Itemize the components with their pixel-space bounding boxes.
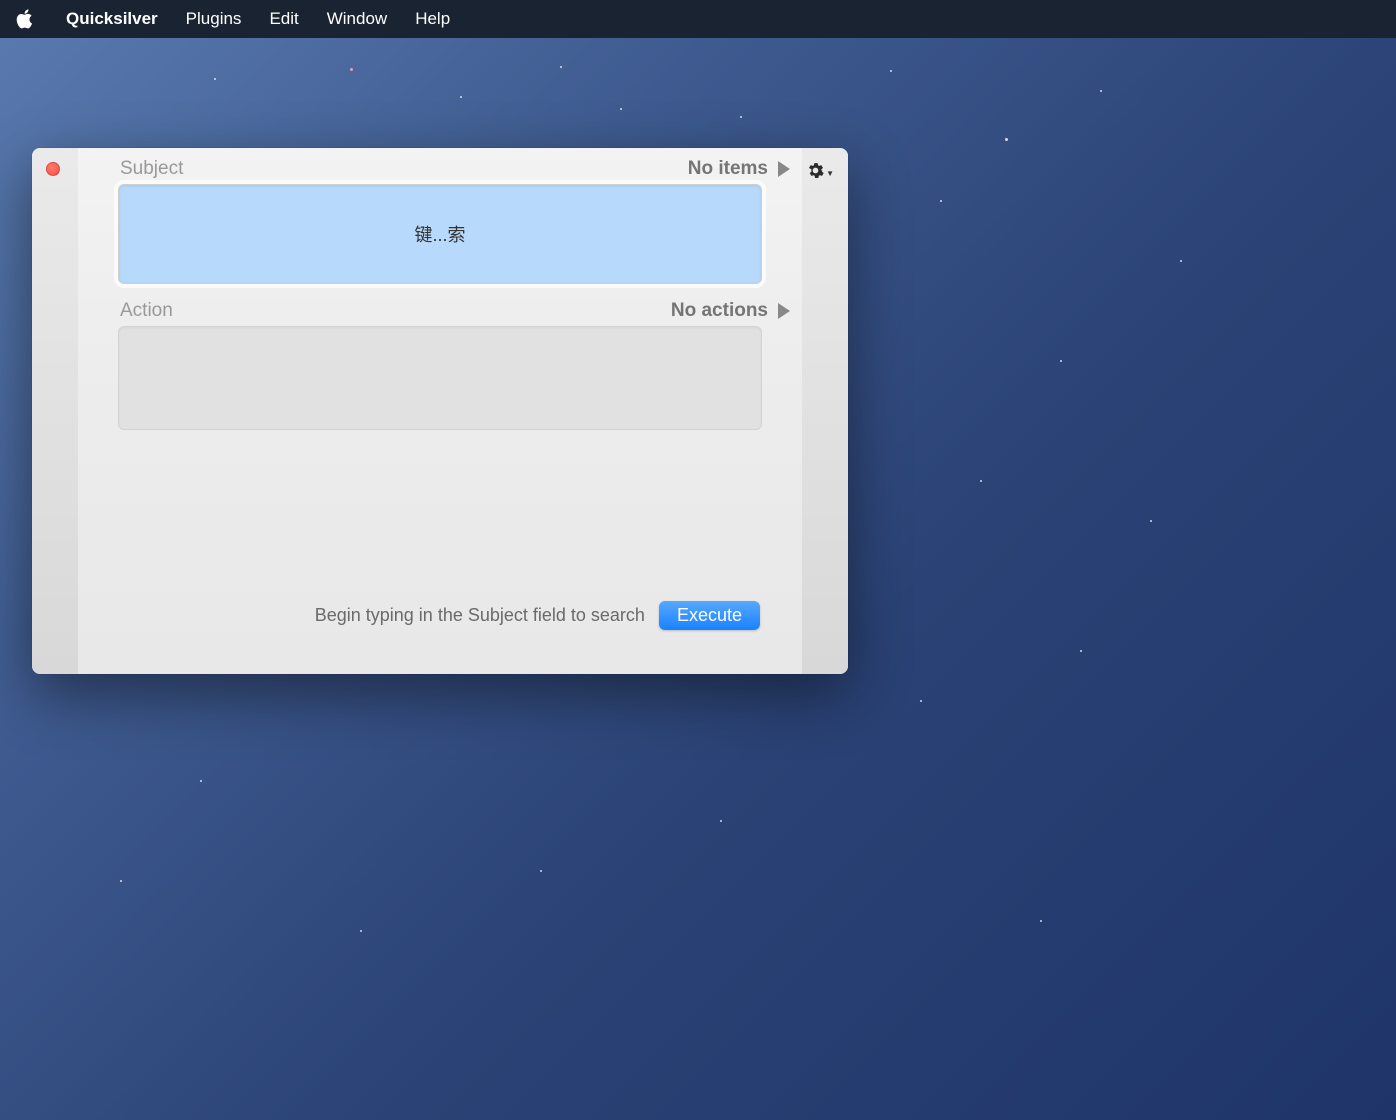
- subject-field-text: 键...索: [414, 221, 465, 247]
- menu-help[interactable]: Help: [401, 9, 464, 29]
- right-gutter: [802, 148, 848, 674]
- menu-plugins[interactable]: Plugins: [172, 9, 256, 29]
- subject-header: Subject No items: [120, 158, 760, 180]
- menubar: Quicksilver Plugins Edit Window Help: [0, 0, 1396, 38]
- execute-button[interactable]: Execute: [659, 601, 760, 630]
- close-button[interactable]: [46, 162, 60, 176]
- menu-app[interactable]: Quicksilver: [52, 9, 172, 29]
- settings-menu-button[interactable]: ▼: [803, 158, 838, 188]
- subject-label: Subject: [120, 158, 183, 180]
- chevron-down-icon: ▼: [826, 169, 834, 178]
- action-header: Action No actions: [120, 300, 760, 322]
- triangle-right-icon: [778, 303, 790, 319]
- gear-icon: [807, 162, 824, 184]
- subject-status[interactable]: No items: [688, 158, 790, 180]
- subject-field[interactable]: 键...索: [118, 184, 762, 284]
- action-field[interactable]: [118, 326, 762, 430]
- action-status[interactable]: No actions: [671, 300, 790, 322]
- action-label: Action: [120, 300, 173, 322]
- menu-window[interactable]: Window: [313, 9, 401, 29]
- subject-status-text: No items: [688, 158, 768, 180]
- triangle-right-icon: [778, 161, 790, 177]
- action-status-text: No actions: [671, 300, 768, 322]
- left-gutter: [32, 148, 78, 674]
- footer-hint: Begin typing in the Subject field to sea…: [315, 605, 645, 626]
- quicksilver-window: ▼ Subject No items 键...索 Action No actio…: [32, 148, 848, 674]
- apple-menu-icon[interactable]: [16, 9, 34, 29]
- menu-edit[interactable]: Edit: [255, 9, 312, 29]
